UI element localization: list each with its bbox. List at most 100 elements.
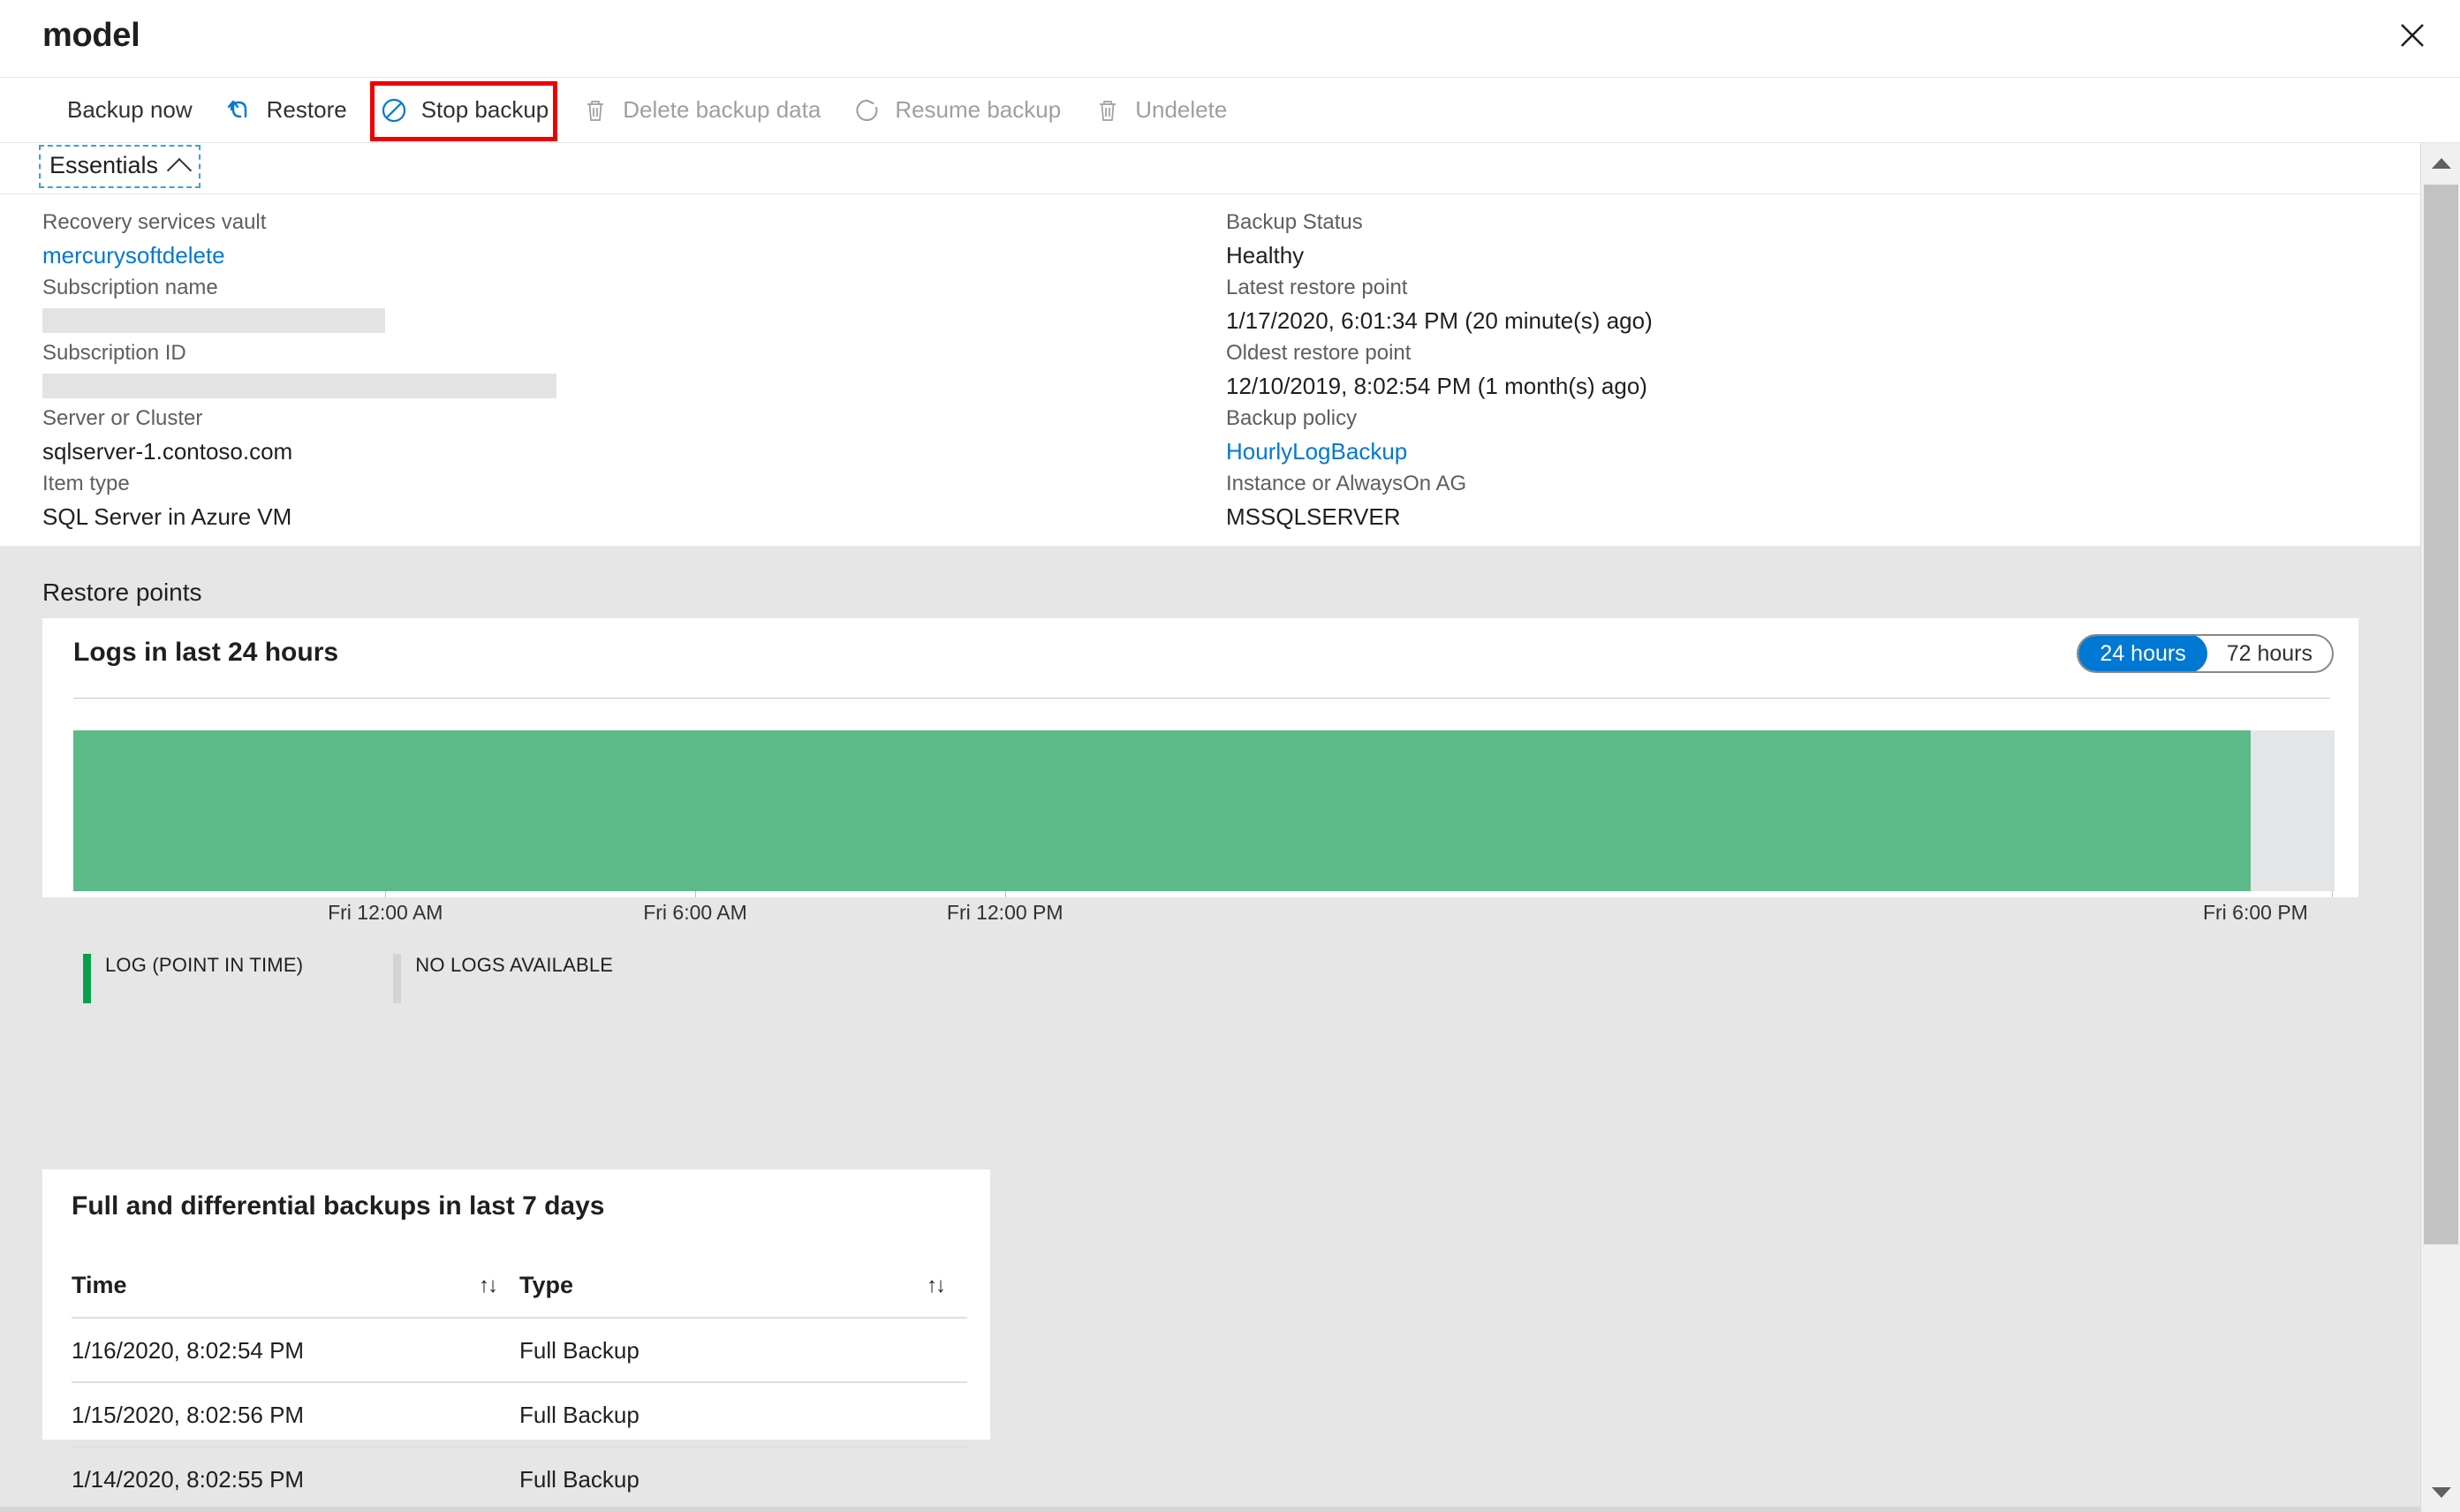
resume-backup-label: Resume backup: [895, 96, 1062, 123]
essentials-toggle[interactable]: Essentials: [39, 145, 201, 188]
essentials-value-subscription-id-redacted: [42, 374, 556, 398]
essentials-label-subscription-id: Subscription ID: [42, 341, 186, 365]
essentials-label-subscription-name: Subscription name: [42, 276, 218, 299]
essentials-label-backup-status: Backup Status: [1226, 210, 1363, 234]
axis-tick: [385, 891, 387, 897]
restore-points-heading: Restore points: [42, 578, 202, 606]
legend-label-no-logs: NO LOGS AVAILABLE: [415, 954, 614, 976]
restore-label: Restore: [266, 96, 347, 123]
sort-icon[interactable]: ↑↓: [927, 1274, 946, 1297]
backups-table-head: Time ↑↓ Type ↑↓: [72, 1266, 967, 1319]
scroll-up-button[interactable]: [2421, 143, 2460, 183]
range-option-72-hours[interactable]: 72 hours: [2207, 636, 2332, 671]
essentials-label-instance: Instance or AlwaysOn AG: [1226, 472, 1467, 495]
legend-label-log: LOG (POINT IN TIME): [105, 954, 304, 976]
backups-table-card: Full and differential backups in last 7 …: [42, 1169, 990, 1493]
essentials-label-latest-restore-point: Latest restore point: [1226, 276, 1408, 299]
chevron-up-icon: [166, 157, 193, 183]
essentials-left-column: Recovery services vault mercurysoftdelet…: [42, 207, 556, 533]
caret-up-icon: [2431, 157, 2451, 169]
resume-backup-button: Resume backup: [836, 84, 1077, 137]
undelete-button: Undelete: [1077, 84, 1243, 137]
logs-timeline-plot: [73, 730, 2335, 891]
cell-type: Full Backup: [519, 1466, 640, 1493]
stop-backup-label: Stop backup: [420, 96, 549, 123]
table-row[interactable]: 1/15/2020, 8:02:56 PM Full Backup: [72, 1382, 967, 1448]
block-icon: [379, 95, 409, 125]
essentials-value-item-type: SQL Server in Azure VM: [42, 503, 292, 530]
cell-time: 1/15/2020, 8:02:56 PM: [72, 1382, 519, 1448]
close-icon: [2397, 20, 2427, 50]
caret-down-icon: [2431, 1486, 2451, 1498]
essentials-value-oldest-restore-point: 12/10/2019, 8:02:54 PM (1 month(s) ago): [1226, 373, 1647, 399]
column-header-type-label: Type: [519, 1272, 574, 1298]
essentials-section: Essentials Recovery services vault mercu…: [0, 143, 2420, 530]
cell-time: 1/14/2020, 8:02:55 PM: [72, 1466, 305, 1493]
range-option-24-hours[interactable]: 24 hours: [2078, 636, 2207, 671]
legend-item-no-logs: NO LOGS AVAILABLE: [393, 954, 613, 1003]
scrollbar-thumb[interactable]: [2424, 185, 2458, 1244]
cell-type: Full Backup: [519, 1382, 967, 1448]
essentials-body: Recovery services vault mercurysoftdelet…: [0, 194, 2420, 530]
logs-chart-card: Logs in last 24 hours 24 hours 72 hours …: [42, 618, 2358, 1003]
logs-chart-title: Logs in last 24 hours: [73, 638, 339, 667]
undo-icon: [224, 95, 254, 125]
legend-swatch-log-icon: [83, 954, 91, 1003]
table-row[interactable]: 1/16/2020, 8:02:54 PM Full Backup: [72, 1318, 967, 1383]
legend-item-log: LOG (POINT IN TIME): [83, 954, 303, 1003]
command-bar: Backup now Restore Stop backup Delete ba…: [0, 78, 2460, 143]
backup-now-label: Backup now: [67, 96, 193, 123]
axis-tick: [1004, 891, 1006, 897]
axis-tick-label: Fri 6:00 AM: [643, 901, 747, 924]
essentials-value-instance: MSSQLSERVER: [1226, 503, 1401, 530]
trash-icon: [1093, 95, 1123, 125]
cell-type: Full Backup: [519, 1318, 967, 1383]
restore-button[interactable]: Restore: [208, 84, 363, 137]
delete-backup-data-button: Delete backup data: [564, 84, 836, 137]
delete-backup-data-label: Delete backup data: [623, 96, 821, 123]
table-header-row: Time ↑↓ Type ↑↓: [72, 1266, 967, 1319]
sort-icon[interactable]: ↑↓: [479, 1274, 498, 1297]
backups-table: Time ↑↓ Type ↑↓ 1/16/2020, 8:02:54 PM Fu…: [72, 1266, 967, 1510]
axis-tick-label: Fri 12:00 AM: [328, 901, 443, 924]
cell-time: 1/16/2020, 8:02:54 PM: [72, 1318, 519, 1383]
essentials-label-oldest-restore-point: Oldest restore point: [1226, 341, 1412, 365]
column-header-time-label: Time: [72, 1272, 127, 1298]
axis-tick: [2332, 891, 2334, 897]
stop-backup-button[interactable]: Stop backup: [363, 84, 565, 137]
essentials-label-server-or-cluster: Server or Cluster: [42, 406, 203, 430]
essentials-right-column: Backup Status Healthy Latest restore poi…: [1226, 207, 1653, 533]
timeline-segment-log: [73, 730, 2252, 891]
time-range-toggle[interactable]: 24 hours 72 hours: [2077, 634, 2334, 673]
axis-tick-label: Fri 6:00 PM: [2202, 901, 2308, 924]
backup-now-button[interactable]: Backup now: [51, 84, 208, 137]
essentials-value-backup-status: Healthy: [1226, 242, 1305, 268]
axis-tick: [695, 891, 696, 897]
essentials-value-vault[interactable]: mercurysoftdelete: [42, 238, 556, 272]
essentials-value-subscription-name-redacted: [42, 308, 385, 333]
column-header-type[interactable]: Type ↑↓: [519, 1266, 967, 1319]
blade-root: model Backup now Restore Stop backup Del…: [0, 0, 2460, 1512]
page-title: model: [42, 17, 140, 54]
table-row[interactable]: 1/14/2020, 8:02:55 PM Full Backup: [72, 1447, 967, 1510]
essentials-value-backup-policy[interactable]: HourlyLogBackup: [1226, 435, 1653, 468]
scroll-down-button[interactable]: [2421, 1472, 2460, 1512]
essentials-label-item-type: Item type: [42, 472, 130, 495]
refresh-icon: [852, 95, 882, 125]
essentials-label-backup-policy: Backup policy: [1226, 406, 1358, 430]
blade-titlebar: model: [0, 0, 2460, 78]
horizontal-scrollbar[interactable]: [0, 1507, 2420, 1512]
essentials-value-latest-restore-point: 1/17/2020, 6:01:34 PM (20 minute(s) ago): [1226, 307, 1653, 334]
backups-table-body: 1/16/2020, 8:02:54 PM Full Backup 1/15/2…: [72, 1318, 967, 1510]
backups-table-title: Full and differential backups in last 7 …: [72, 1191, 605, 1221]
column-header-time[interactable]: Time ↑↓: [72, 1266, 519, 1319]
essentials-value-server-or-cluster: sqlserver-1.contoso.com: [42, 438, 293, 465]
close-button[interactable]: [2384, 7, 2441, 64]
essentials-label-vault: Recovery services vault: [42, 210, 267, 234]
essentials-header: Essentials: [0, 143, 2420, 194]
chart-legend: LOG (POINT IN TIME) NO LOGS AVAILABLE: [83, 954, 613, 1003]
essentials-label: Essentials: [49, 152, 159, 178]
vertical-scrollbar[interactable]: [2420, 143, 2460, 1512]
undelete-label: Undelete: [1135, 96, 1228, 123]
legend-swatch-no-logs-icon: [393, 954, 402, 1003]
